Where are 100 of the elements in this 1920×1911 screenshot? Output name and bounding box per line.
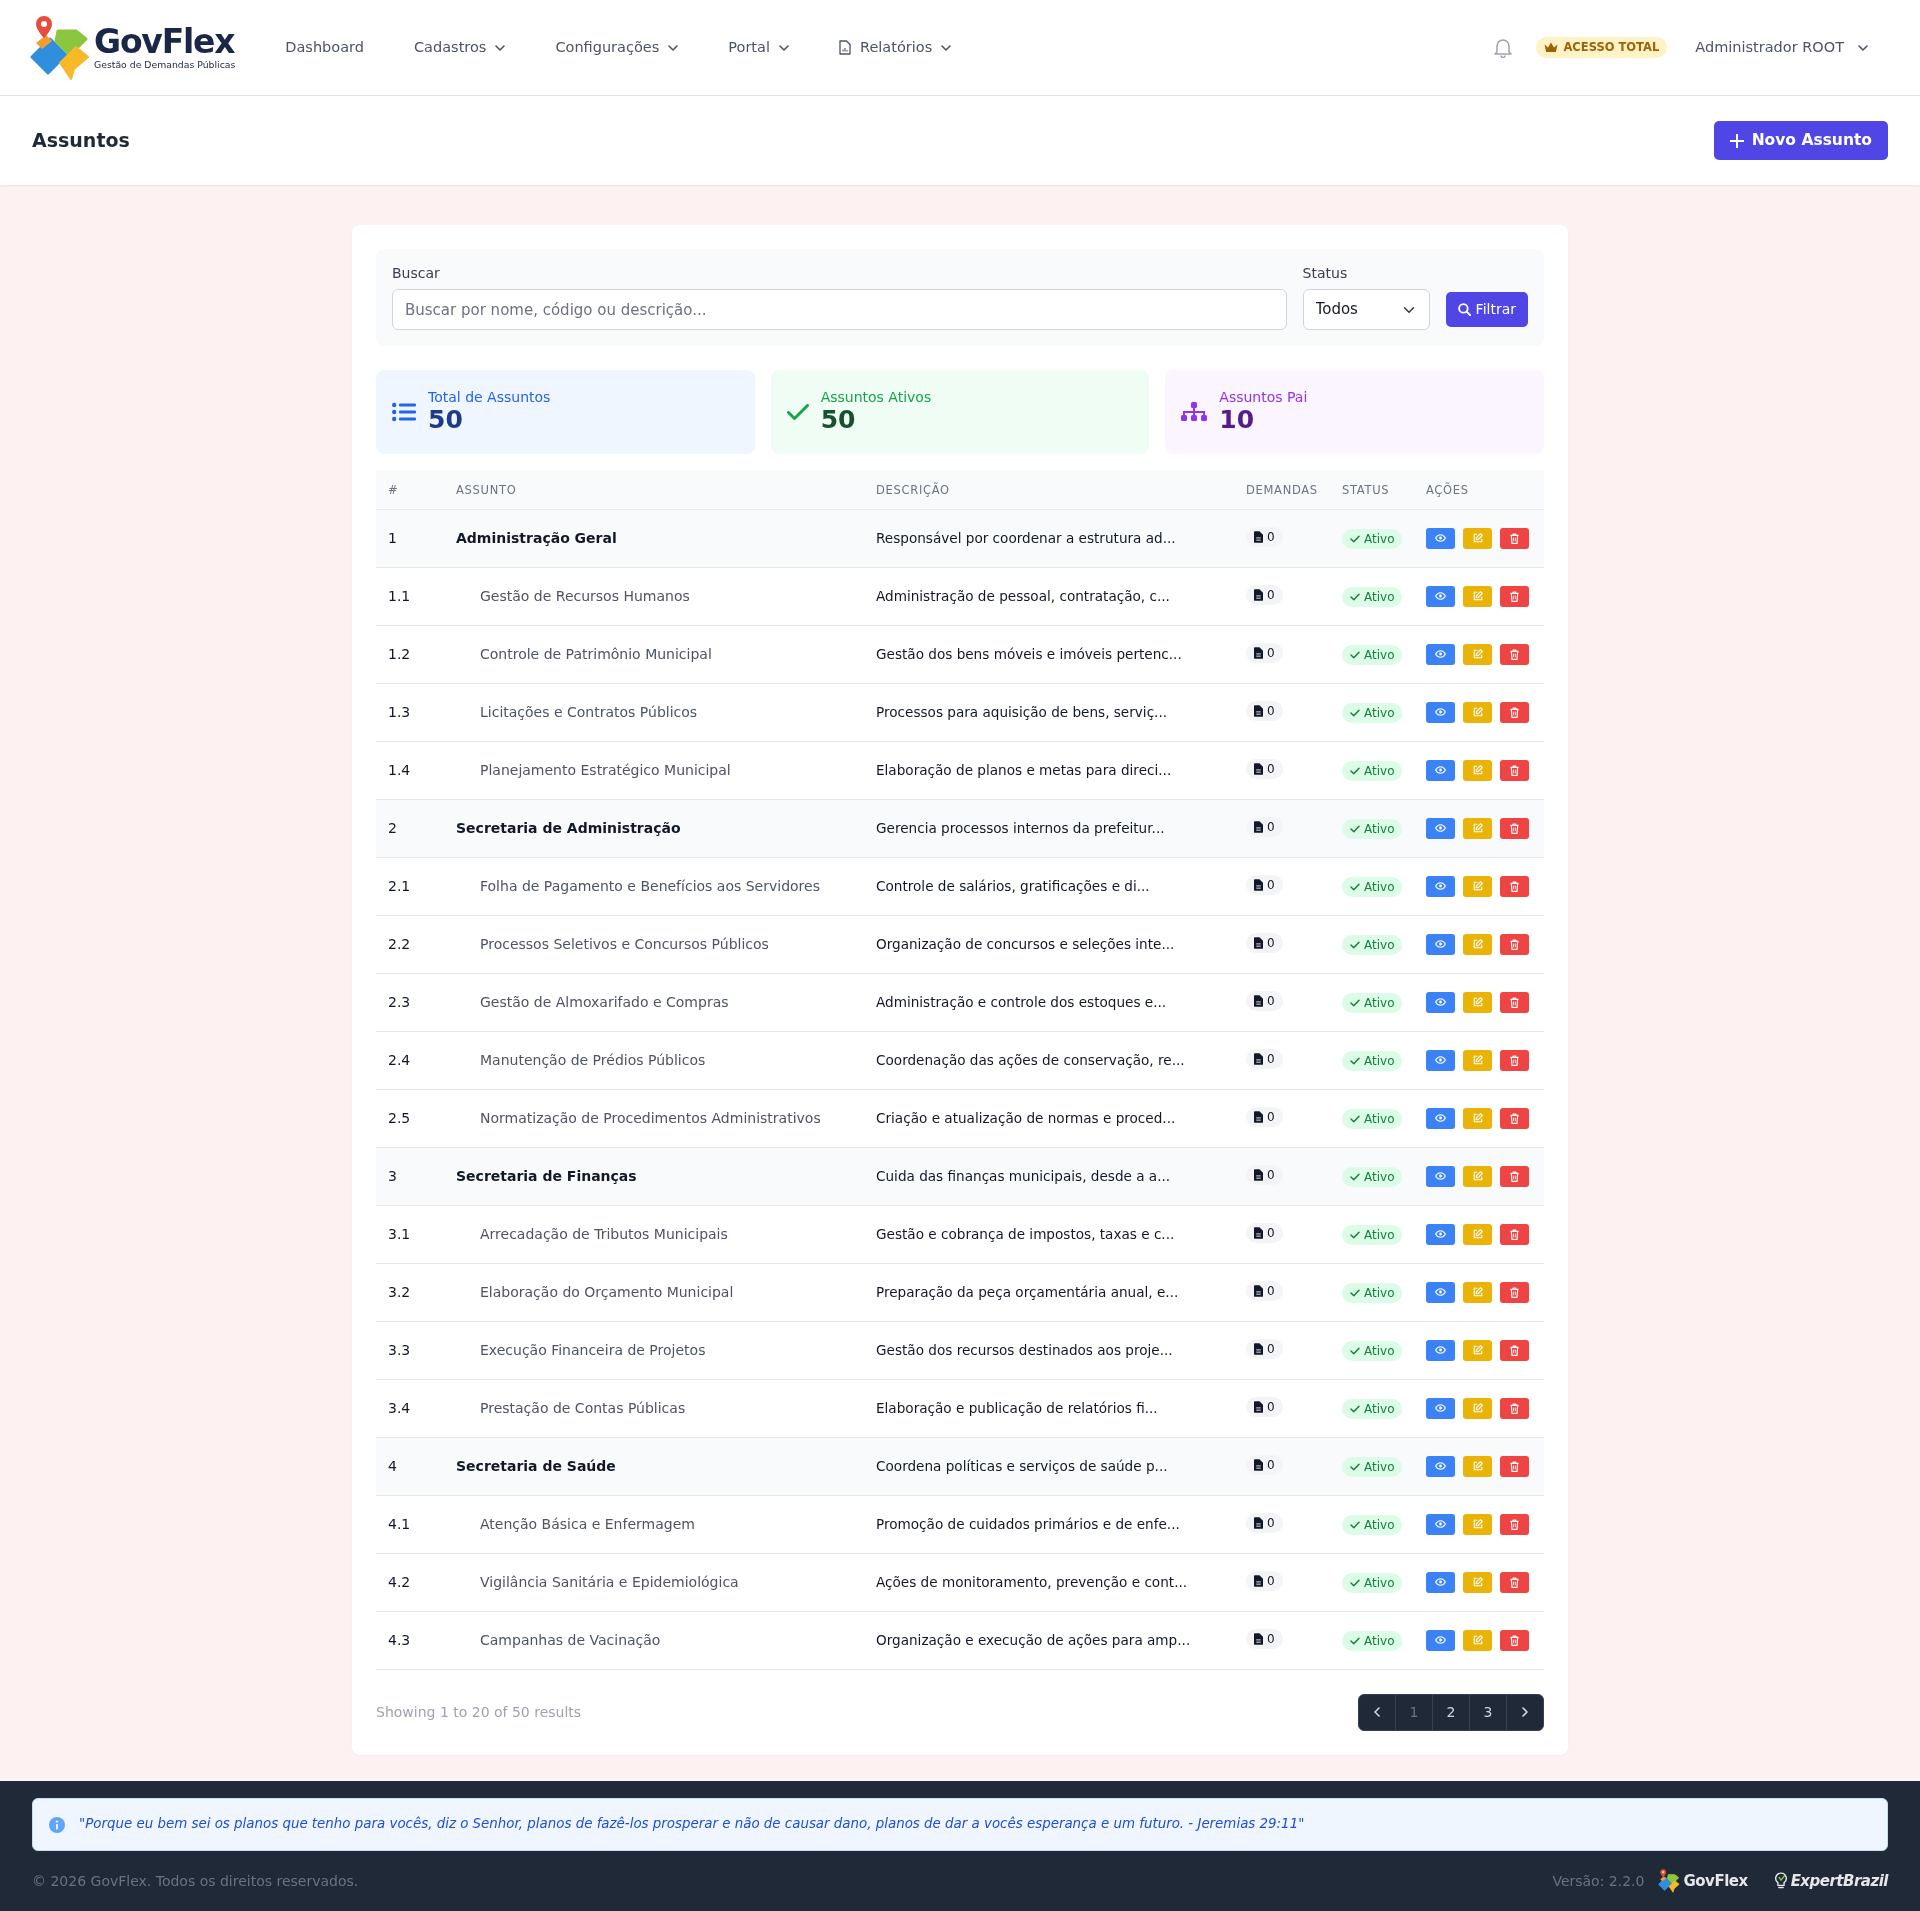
delete-button[interactable] <box>1500 1049 1529 1071</box>
check-icon <box>1350 824 1360 833</box>
check-icon <box>1350 650 1360 659</box>
edit-button[interactable] <box>1463 1513 1492 1535</box>
edit-button[interactable] <box>1463 1281 1492 1303</box>
view-button[interactable] <box>1426 1571 1455 1593</box>
delete-button[interactable] <box>1500 643 1529 665</box>
subject-description: Administração e controle dos estoques e... <box>876 993 1167 1010</box>
status-label: Ativo <box>1364 1112 1395 1125</box>
edit-button[interactable] <box>1463 875 1492 897</box>
subject-name: Normatização de Procedimentos Administrativos <box>480 1109 821 1126</box>
nav-link[interactable]: Dashboard <box>285 36 364 59</box>
view-button[interactable] <box>1426 1629 1455 1651</box>
view-button[interactable] <box>1426 1339 1455 1361</box>
next-page-button[interactable] <box>1506 1693 1544 1731</box>
trash-icon <box>1510 532 1519 544</box>
view-button[interactable] <box>1426 585 1455 607</box>
view-button[interactable] <box>1426 701 1455 723</box>
delete-button[interactable] <box>1500 1281 1529 1303</box>
view-button[interactable] <box>1426 759 1455 781</box>
delete-button[interactable] <box>1500 991 1529 1013</box>
file-icon <box>1254 1517 1263 1529</box>
view-button[interactable] <box>1426 643 1455 665</box>
edit-button[interactable] <box>1463 585 1492 607</box>
check-icon <box>1350 1462 1360 1471</box>
subject-code: 2.1 <box>388 877 411 894</box>
edit-button[interactable] <box>1463 1223 1492 1245</box>
edit-button[interactable] <box>1463 1107 1492 1129</box>
field-label: Buscar <box>392 264 440 283</box>
subject-name: Execução Financeira de Projetos <box>480 1341 706 1358</box>
delete-button[interactable] <box>1500 1629 1529 1651</box>
delete-button[interactable] <box>1500 701 1529 723</box>
demand-count: 0 <box>1267 821 1275 833</box>
view-button[interactable] <box>1426 1165 1455 1187</box>
nav-link[interactable]: Configurações <box>555 36 679 59</box>
page-link[interactable]: 3 <box>1469 1693 1507 1731</box>
demand-count: 0 <box>1267 1517 1275 1529</box>
search-field[interactable]: Buscar por nome, código ou descrição... <box>392 289 1287 330</box>
delete-button[interactable] <box>1500 1397 1529 1419</box>
view-button[interactable] <box>1426 527 1455 549</box>
view-button[interactable] <box>1426 1397 1455 1419</box>
delete-button[interactable] <box>1500 585 1529 607</box>
edit-button[interactable] <box>1463 991 1492 1013</box>
previous-page-button[interactable] <box>1358 1693 1396 1731</box>
chevron-left-icon <box>1374 1707 1380 1717</box>
view-button[interactable] <box>1426 991 1455 1013</box>
delete-button[interactable] <box>1500 1107 1529 1129</box>
status-label: Ativo <box>1364 880 1395 893</box>
delete-button[interactable] <box>1500 527 1529 549</box>
view-button[interactable] <box>1426 1513 1455 1535</box>
nav-link[interactable]: Cadastros <box>414 36 506 59</box>
delete-button[interactable] <box>1500 1165 1529 1187</box>
filter-button[interactable]: Filtrar <box>1445 292 1528 327</box>
page-link[interactable]: 2 <box>1432 1693 1470 1731</box>
delete-button[interactable] <box>1500 1339 1529 1361</box>
delete-button[interactable] <box>1500 1513 1529 1535</box>
status-label: Ativo <box>1364 764 1395 777</box>
view-button[interactable] <box>1426 933 1455 955</box>
view-button[interactable] <box>1426 817 1455 839</box>
view-button[interactable] <box>1426 1049 1455 1071</box>
eye-icon <box>1435 592 1446 600</box>
edit-button[interactable] <box>1463 759 1492 781</box>
bell-icon[interactable] <box>1494 37 1513 58</box>
nav-link[interactable]: Relatórios <box>838 36 952 59</box>
edit-button[interactable] <box>1463 1339 1492 1361</box>
view-button[interactable] <box>1426 1455 1455 1477</box>
edit-button[interactable] <box>1463 1049 1492 1071</box>
check-icon <box>1350 1346 1360 1355</box>
view-button[interactable] <box>1426 875 1455 897</box>
delete-button[interactable] <box>1500 1455 1529 1477</box>
subject-description: Processos para aquisição de bens, serviç... <box>876 703 1168 720</box>
edit-button[interactable] <box>1463 701 1492 723</box>
file-icon <box>1254 995 1263 1007</box>
demand-count: 0 <box>1267 647 1275 659</box>
view-button[interactable] <box>1426 1223 1455 1245</box>
user-menu[interactable]: Administrador ROOT <box>1695 36 1868 59</box>
edit-icon <box>1472 1229 1483 1239</box>
edit-button[interactable] <box>1463 1571 1492 1593</box>
footer-brand-name: ExpertBrazil <box>1790 1870 1888 1892</box>
delete-button[interactable] <box>1500 875 1529 897</box>
delete-button[interactable] <box>1500 1571 1529 1593</box>
crown-icon <box>1544 42 1559 53</box>
delete-button[interactable] <box>1500 933 1529 955</box>
nav-link[interactable]: Portal <box>728 36 789 59</box>
edit-button[interactable] <box>1463 1397 1492 1419</box>
view-button[interactable] <box>1426 1281 1455 1303</box>
new-subject-button[interactable]: Novo Assunto <box>1713 121 1888 160</box>
column-header: ASSUNTO <box>456 482 517 497</box>
delete-button[interactable] <box>1500 817 1529 839</box>
edit-button[interactable] <box>1463 1629 1492 1651</box>
status-select[interactable]: Todos <box>1302 289 1430 330</box>
view-button[interactable] <box>1426 1107 1455 1129</box>
delete-button[interactable] <box>1500 1223 1529 1245</box>
subject-code: 4 <box>388 1457 397 1474</box>
delete-button[interactable] <box>1500 759 1529 781</box>
edit-button[interactable] <box>1463 933 1492 955</box>
subject-name: Secretaria de Administração <box>456 819 681 836</box>
edit-icon <box>1472 1345 1483 1355</box>
status-label: Ativo <box>1364 1286 1395 1299</box>
edit-button[interactable] <box>1463 643 1492 665</box>
